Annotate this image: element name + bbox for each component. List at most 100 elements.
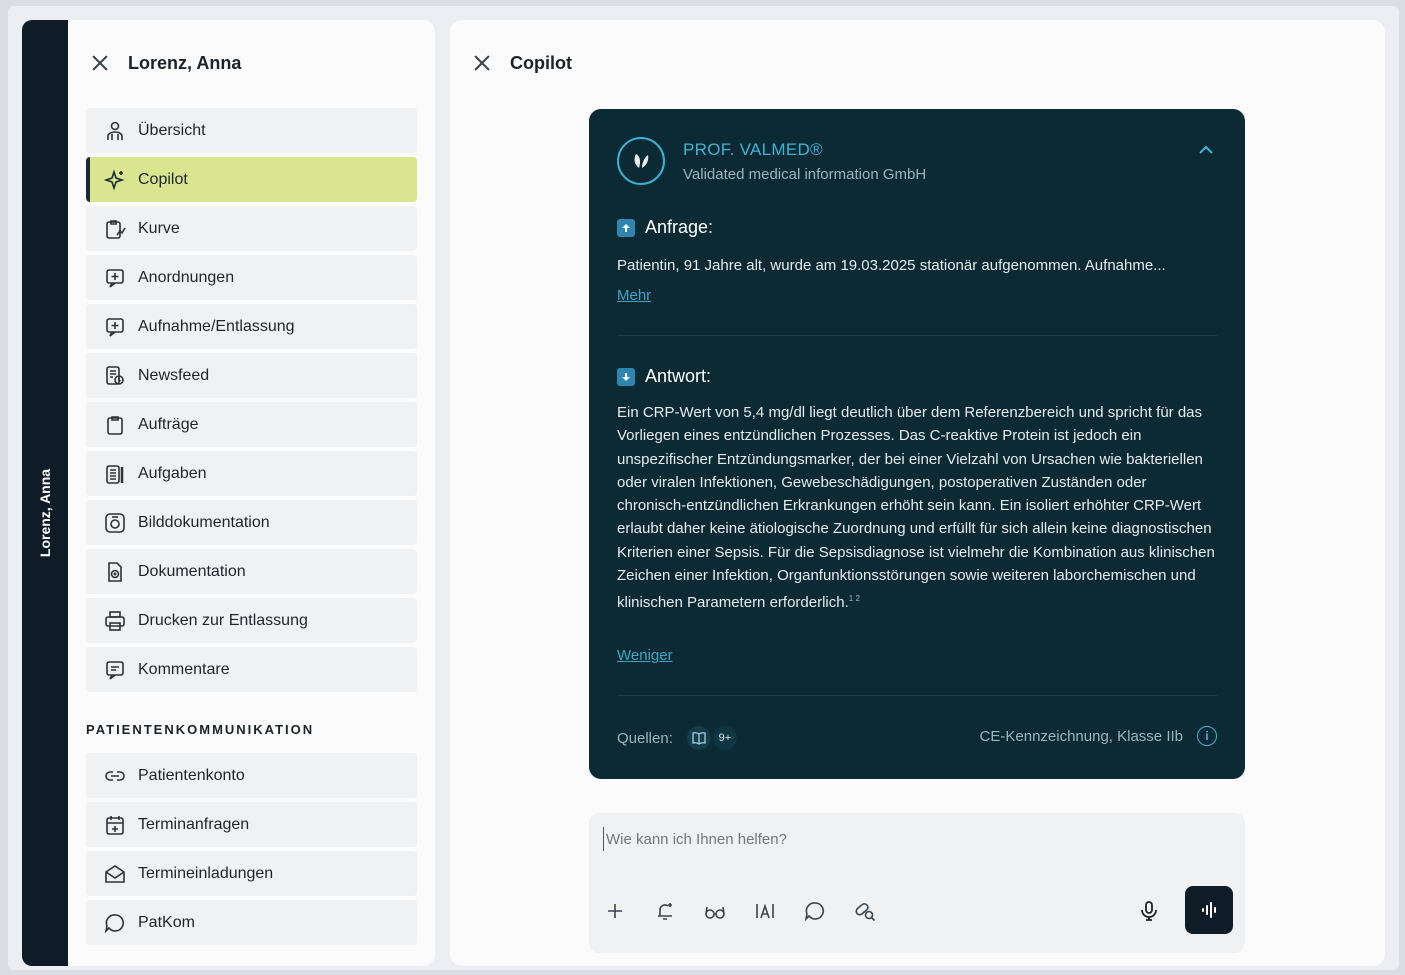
- info-icon[interactable]: i: [1197, 726, 1217, 746]
- link-icon: [104, 765, 126, 787]
- plus-icon[interactable]: [603, 899, 627, 923]
- sidebar-item-aufnahme-entlassung[interactable]: Aufnahme/Entlassung: [86, 304, 417, 349]
- patient-sidebar: Lorenz, Anna Übersicht Copilot Kurve Ano…: [68, 20, 435, 966]
- query-heading-label: Anfrage:: [645, 217, 714, 237]
- sidebar-item-copilot[interactable]: Copilot: [86, 157, 417, 202]
- copilot-title: Copilot: [510, 52, 572, 73]
- sidebar-item-label: Drucken zur Entlassung: [138, 611, 308, 629]
- answer-body: Ein CRP-Wert von 5,4 mg/dl liegt deutlic…: [617, 404, 1215, 612]
- prompt-toolbar: [603, 899, 903, 923]
- sidebar-item-dokumentation[interactable]: Dokumentation: [86, 549, 417, 594]
- sidebar-item-label: Bilddokumentation: [138, 513, 270, 531]
- text-format-icon[interactable]: [753, 899, 777, 923]
- person-icon: [104, 120, 126, 142]
- sidebar-item-label: Kommentare: [138, 660, 230, 678]
- ce-marking-label: CE-Kennzeichnung, Klasse IIb: [979, 727, 1183, 745]
- patient-name-title: Lorenz, Anna: [128, 52, 242, 73]
- valmed-logo-icon: [617, 137, 665, 185]
- sidebar-item-label: Aufträge: [138, 415, 199, 433]
- arrow-up-box-icon: [617, 218, 635, 237]
- sidebar-item-termineinladungen[interactable]: Termineinladungen: [86, 851, 417, 896]
- sidebar-item-patkom[interactable]: PatKom: [86, 900, 417, 945]
- answer-text: Ein CRP-Wert von 5,4 mg/dl liegt deutlic…: [617, 401, 1217, 615]
- sidebar-item-label: Übersicht: [138, 121, 206, 139]
- patient-comm-nav: Patientenkonto Terminanfragen Termineinl…: [68, 751, 435, 945]
- sources-label: Quellen:: [617, 729, 673, 747]
- chevron-up-icon[interactable]: [1197, 143, 1215, 157]
- waveform-icon: [1202, 902, 1216, 918]
- ce-marking-row: CE-Kennzeichnung, Klasse IIb i: [980, 726, 1217, 746]
- printer-icon: [104, 610, 126, 632]
- copilot-answer-card: PROF. VALMED® Validated medical informat…: [589, 109, 1245, 779]
- plus-message-icon: [104, 267, 126, 289]
- close-icon[interactable]: [90, 53, 110, 73]
- sidebar-item-bilddokumentation[interactable]: Bilddokumentation: [86, 500, 417, 545]
- brand-row: PROF. VALMED® Validated medical informat…: [617, 137, 926, 185]
- patient-nav: Übersicht Copilot Kurve Anordnungen Aufn…: [68, 106, 435, 692]
- sidebar-item-terminanfragen[interactable]: Terminanfragen: [86, 802, 417, 847]
- patient-strip-label: Lorenz, Anna: [37, 468, 53, 558]
- sources-count-badge[interactable]: 9+: [712, 726, 737, 750]
- query-text: Patientin, 91 Jahre alt, wurde am 19.03.…: [617, 257, 1166, 274]
- brand-name: PROF. VALMED®: [683, 139, 823, 159]
- newsfeed-icon: [104, 365, 126, 387]
- card-divider: [617, 695, 1217, 696]
- sidebar-item-drucken[interactable]: Drucken zur Entlassung: [86, 598, 417, 643]
- chart-clipboard-icon: [104, 218, 126, 240]
- sidebar-item-aufgaben[interactable]: Aufgaben: [86, 451, 417, 496]
- comment-icon: [104, 659, 126, 681]
- answer-heading: Antwort:: [617, 366, 711, 387]
- prompt-input-box: [589, 813, 1245, 953]
- plus-message-icon: [104, 316, 126, 338]
- sidebar-item-auftraege[interactable]: Aufträge: [86, 402, 417, 447]
- sidebar-item-uebersicht[interactable]: Übersicht: [86, 108, 417, 153]
- sidebar-item-label: Termineinladungen: [138, 864, 274, 882]
- sources-row: Quellen: 9+: [617, 726, 737, 750]
- close-icon[interactable]: [472, 53, 492, 73]
- sidebar-item-label: Kurve: [138, 219, 180, 237]
- prompt-input[interactable]: [603, 827, 1223, 851]
- citation-marks[interactable]: 1 2: [849, 594, 860, 603]
- clipboard-icon: [104, 414, 126, 436]
- copilot-panel: Copilot PROF. VALMED® Validated medical …: [450, 20, 1385, 966]
- section-heading-patientenkommunikation: PATIENTENKOMMUNIKATION: [86, 722, 315, 737]
- sidebar-item-label: Newsfeed: [138, 366, 210, 384]
- chat-icon: [104, 912, 126, 934]
- microphone-icon[interactable]: [1137, 899, 1161, 923]
- camera-icon: [104, 512, 126, 534]
- voice-send-button[interactable]: [1185, 886, 1233, 934]
- brand-subtitle: Validated medical information GmbH: [683, 165, 927, 183]
- book-icon[interactable]: [686, 726, 711, 750]
- sidebar-item-anordnungen[interactable]: Anordnungen: [86, 255, 417, 300]
- sidebar-item-label: Dokumentation: [138, 562, 246, 580]
- sparkle-icon: [104, 168, 126, 191]
- answer-heading-label: Antwort:: [645, 366, 712, 386]
- sidebar-item-label: Anordnungen: [138, 268, 235, 286]
- arrow-down-box-icon: [617, 367, 635, 386]
- document-icon: [104, 561, 126, 583]
- copilot-header: Copilot: [450, 20, 1385, 106]
- chat-bubble-icon[interactable]: [803, 899, 827, 923]
- card-divider: [617, 335, 1217, 336]
- more-link[interactable]: Mehr: [617, 287, 651, 304]
- query-heading: Anfrage:: [617, 217, 713, 238]
- sidebar-item-kurve[interactable]: Kurve: [86, 206, 417, 251]
- sidebar-item-newsfeed[interactable]: Newsfeed: [86, 353, 417, 398]
- sidebar-item-label: Patientenkonto: [138, 766, 245, 784]
- glasses-icon[interactable]: [703, 899, 727, 923]
- sidebar-item-label: PatKom: [138, 913, 195, 931]
- pill-search-icon[interactable]: [853, 899, 877, 923]
- tasks-icon: [104, 463, 126, 485]
- sidebar-header: Lorenz, Anna: [68, 20, 435, 106]
- sidebar-item-label: Terminanfragen: [138, 815, 250, 833]
- calendar-icon: [104, 814, 126, 836]
- patient-strip[interactable]: Lorenz, Anna: [22, 20, 68, 966]
- sidebar-item-patientenkonto[interactable]: Patientenkonto: [86, 753, 417, 798]
- sidebar-item-kommentare[interactable]: Kommentare: [86, 647, 417, 692]
- sidebar-item-label: Copilot: [138, 170, 188, 188]
- sidebar-item-label: Aufgaben: [138, 464, 207, 482]
- sidebar-item-label: Aufnahme/Entlassung: [138, 317, 295, 335]
- bell-sparkle-icon[interactable]: [653, 899, 677, 923]
- less-link[interactable]: Weniger: [617, 647, 673, 664]
- envelope-icon: [104, 863, 126, 885]
